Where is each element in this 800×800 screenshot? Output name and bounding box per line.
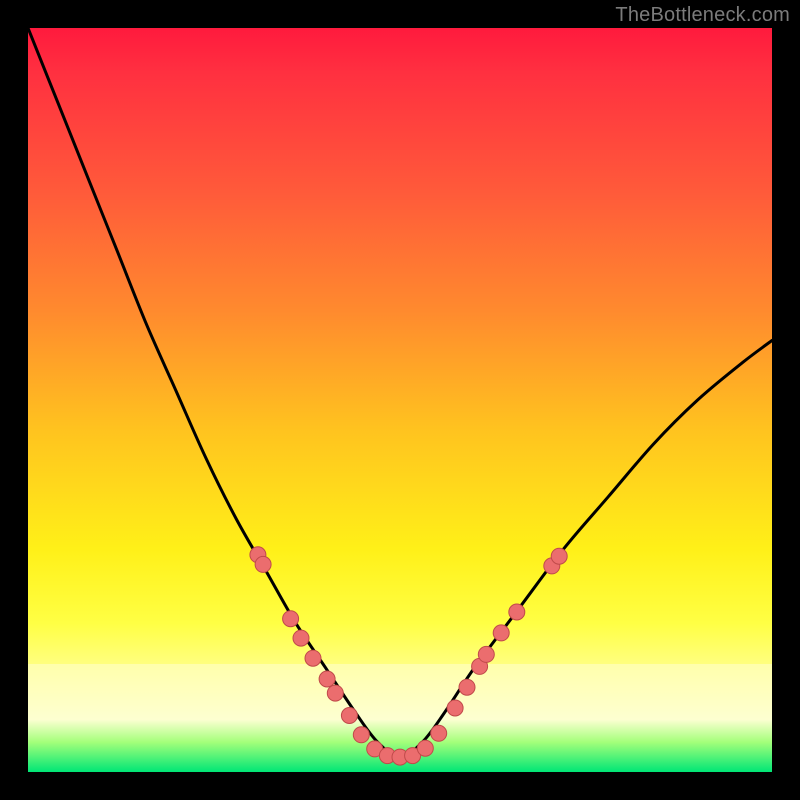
data-point-marker [447, 700, 463, 716]
chart-stage: TheBottleneck.com [0, 0, 800, 800]
watermark-text: TheBottleneck.com [615, 4, 790, 27]
data-point-marker [551, 548, 567, 564]
data-point-marker [283, 611, 299, 627]
data-point-marker [255, 556, 271, 572]
data-point-marker [327, 685, 343, 701]
data-point-marker [353, 727, 369, 743]
plot-area [28, 28, 772, 772]
data-point-marker [341, 708, 357, 724]
data-point-marker [319, 671, 335, 687]
data-point-marker [509, 604, 525, 620]
data-point-marker [293, 630, 309, 646]
curve-markers [250, 547, 567, 765]
data-point-marker [417, 740, 433, 756]
data-point-marker [478, 646, 494, 662]
data-point-marker [305, 650, 321, 666]
curve-layer [28, 28, 772, 772]
data-point-marker [459, 679, 475, 695]
bottleneck-curve [28, 28, 772, 757]
data-point-marker [493, 625, 509, 641]
data-point-marker [431, 725, 447, 741]
